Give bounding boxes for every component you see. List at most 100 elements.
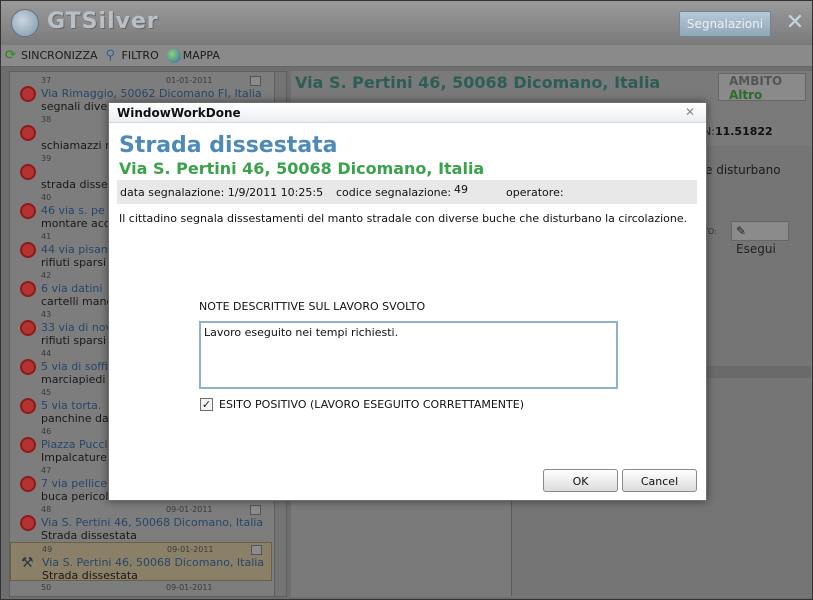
esegui-label: Esegui (736, 242, 776, 256)
status-icon (20, 515, 36, 531)
item-date: 09-01-2011 (167, 545, 214, 554)
map-button[interactable]: MAPPA (163, 48, 224, 63)
status-icon (20, 359, 36, 375)
item-description: schiamazzi n (41, 139, 113, 152)
ambito-box: AMBITO Altro (718, 73, 806, 102)
close-icon[interactable]: ✕ (783, 11, 807, 35)
app-title: GTSilver (47, 9, 159, 34)
notes-label: NOTE DESCRITTIVE SUL LAVORO SVOLTO (199, 300, 426, 313)
item-description: rifiuti sparsi (41, 334, 107, 347)
item-checkbox[interactable] (251, 545, 262, 555)
item-checkbox[interactable] (250, 76, 261, 86)
item-address: 33 via di nov (41, 321, 113, 334)
item-address: 46 via s. pe (41, 204, 105, 217)
status-icon (20, 476, 36, 492)
item-number: 45 (41, 388, 52, 397)
item-number: 39 (41, 154, 52, 163)
item-number: 49 (42, 545, 53, 554)
status-icon (20, 398, 36, 414)
esito-checkbox[interactable]: ✓ (200, 398, 213, 411)
wrench-icon: ✎ (736, 224, 747, 238)
item-address: Via S. Pertini 46, 50068 Dicomano, Itali… (42, 556, 265, 569)
report-code-label: codice segnalazione: (336, 186, 452, 199)
item-description: cartelli mano (41, 295, 114, 308)
cancel-button[interactable]: Cancel (622, 469, 697, 492)
item-description: marciapiedi (41, 373, 106, 386)
detail-address: Via S. Pertini 46, 50068 Dicomano, Itali… (295, 73, 661, 92)
item-number: 41 (41, 232, 52, 241)
close-icon[interactable]: ✕ (685, 105, 695, 119)
status-icon (20, 164, 36, 180)
report-code-value: 49 (454, 183, 468, 196)
item-description: montare acc (41, 217, 110, 230)
item-date: 09-01-2011 (166, 583, 213, 592)
detail-description: e disturbano (705, 163, 781, 177)
report-title: Strada dissestata (119, 133, 338, 158)
map-label: MAPPA (182, 49, 220, 62)
item-description: Strada dissestata (41, 529, 137, 542)
tools-icon: ⚒ (21, 555, 34, 571)
item-number: 43 (41, 310, 52, 319)
item-number: 44 (41, 349, 52, 358)
list-item[interactable]: 50 09-01-2011 (10, 581, 272, 596)
operator-label: operatore: (506, 186, 564, 199)
work-done-dialog: WindowWorkDone ✕ Strada dissestata Via S… (108, 102, 707, 501)
logo-icon (11, 9, 39, 37)
status-icon (20, 242, 36, 258)
globe-icon (166, 48, 181, 63)
dialog-title: WindowWorkDone (117, 106, 241, 120)
esegui-button[interactable]: ✎ Esegui (731, 221, 789, 256)
item-number: 38 (41, 115, 52, 124)
status-icon (20, 86, 36, 102)
report-date: data segnalazione: 1/9/2011 10:25:5 (120, 186, 324, 199)
item-description: strada disse (41, 178, 108, 191)
item-number: 50 (41, 583, 52, 592)
status-icon (20, 125, 36, 141)
notes-textarea[interactable]: Lavoro eseguito nei tempi richiesti. (199, 321, 618, 389)
status-icon (20, 320, 36, 336)
report-info-bar: data segnalazione: 1/9/2011 10:25:5 codi… (117, 180, 697, 204)
magnifier-icon: ⚲ (105, 47, 116, 63)
ok-button[interactable]: OK (543, 469, 618, 492)
item-number: 46 (41, 427, 52, 436)
report-address: Via S. Pertini 46, 50068 Dicomano, Itali… (119, 159, 485, 178)
filter-label: FILTRO (121, 49, 159, 62)
item-description: buca pericol (41, 490, 109, 503)
sync-button[interactable]: ⟳ SINCRONIZZA (1, 47, 102, 63)
item-address: 6 via datini (41, 282, 103, 295)
item-number: 47 (41, 466, 52, 475)
esito-row[interactable]: ✓ ESITO POSITIVO (LAVORO ESEGUITO CORRET… (200, 398, 524, 411)
item-address: 7 via pellice (41, 477, 108, 490)
item-address: Piazza Pucci (41, 438, 108, 451)
item-address: Via Rimaggio, 50062 Dicomano FI, Italia (41, 87, 262, 100)
esito-label: ESITO POSITIVO (LAVORO ESEGUITO CORRETTA… (219, 398, 524, 411)
list-item[interactable]: 48 09-01-2011 Via S. Pertini 46, 50068 D… (10, 503, 272, 542)
sync-icon: ⟳ (5, 47, 16, 63)
item-number: 42 (41, 271, 52, 280)
ambito-label: AMBITO (729, 74, 783, 88)
item-number: 40 (41, 193, 52, 202)
toolbar: ⟳ SINCRONIZZA ⚲ FILTRO MAPPA (1, 45, 812, 67)
status-icon (20, 203, 36, 219)
title-bar: GTSilver Segnalazioni ✕ (1, 1, 812, 45)
report-description: Il cittadino segnala dissestamenti del m… (119, 212, 688, 225)
dialog-header: WindowWorkDone ✕ (109, 103, 706, 123)
item-number: 37 (41, 76, 52, 85)
item-description: panchine da (41, 412, 109, 425)
item-description: Impalcature (41, 451, 107, 464)
list-item-selected[interactable]: 49 09-01-2011 ⚒ Via S. Pertini 46, 50068… (10, 542, 272, 582)
longitude: N:11.51822 (703, 125, 773, 138)
sync-label: SINCRONIZZA (21, 49, 98, 62)
item-address: 44 via pisan (41, 243, 108, 256)
item-address: Via S. Pertini 46, 50068 Dicomano, Itali… (41, 516, 264, 529)
item-checkbox[interactable] (250, 505, 261, 515)
longitude-value: 11.51822 (714, 125, 773, 138)
app-window: GTSilver Segnalazioni ✕ ⟳ SINCRONIZZA ⚲ … (0, 0, 813, 600)
filter-button[interactable]: ⚲ FILTRO (102, 47, 163, 63)
item-number: 48 (41, 505, 52, 514)
status-icon (20, 281, 36, 297)
item-date: 01-01-2011 (166, 76, 213, 85)
item-address: 5 via torta. (41, 399, 102, 412)
item-description: rifiuti sparsi (41, 256, 107, 269)
segnalazioni-button[interactable]: Segnalazioni (679, 11, 771, 37)
